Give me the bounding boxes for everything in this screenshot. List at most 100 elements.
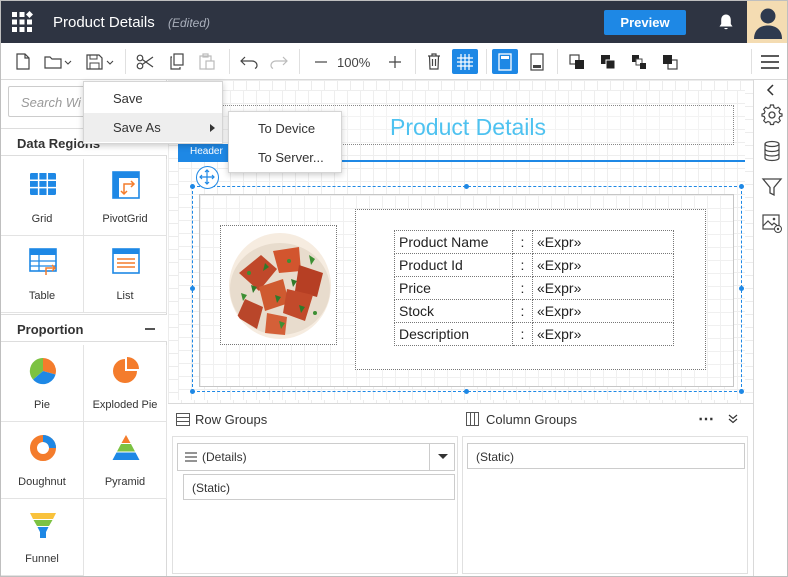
stock-value[interactable]: «Expr» — [532, 299, 674, 323]
column-groups-icon — [466, 412, 479, 426]
pie-item[interactable]: Pie — [1, 345, 84, 422]
copy-icon[interactable] — [167, 49, 187, 74]
grid-item[interactable]: Grid — [1, 159, 84, 236]
product-name-label[interactable]: Product Name — [394, 230, 513, 254]
proportion-header[interactable]: Proportion — [1, 314, 167, 342]
send-backward-icon[interactable] — [629, 49, 649, 74]
table-row[interactable]: Product Id : «Expr» — [394, 253, 674, 277]
collapse-panel-icon[interactable] — [728, 414, 738, 424]
settings-gear-icon[interactable] — [761, 104, 783, 126]
save-menu-item[interactable]: Save — [84, 84, 222, 113]
stock-label[interactable]: Stock — [394, 299, 513, 323]
table-item[interactable]: Table — [1, 236, 84, 313]
resize-handle[interactable] — [464, 184, 469, 189]
product-id-value[interactable]: «Expr» — [532, 253, 674, 277]
product-id-label[interactable]: Product Id — [394, 253, 513, 277]
pyramid-icon — [112, 435, 140, 460]
dropdown-arrow-icon[interactable] — [437, 453, 449, 461]
new-file-icon[interactable] — [13, 49, 33, 74]
doughnut-item[interactable]: Doughnut — [1, 422, 84, 499]
funnel-item[interactable]: Funnel — [1, 499, 84, 576]
list-data-region[interactable]: Product Name : «Expr» Product Id : «Expr… — [199, 194, 734, 387]
separator-cell[interactable]: : — [512, 299, 533, 323]
drag-handle-icon[interactable] — [185, 452, 197, 462]
save-icon[interactable] — [85, 49, 117, 74]
exploded-pie-icon — [113, 357, 139, 383]
image-manager-icon[interactable] — [761, 212, 783, 234]
header-toggle-icon[interactable] — [492, 49, 518, 74]
separator-cell[interactable]: : — [512, 230, 533, 254]
redo-icon[interactable] — [269, 49, 289, 74]
static-column-item[interactable]: (Static) — [467, 443, 745, 469]
resize-handle[interactable] — [739, 286, 744, 291]
grid-icon — [30, 173, 56, 195]
apps-grid-icon[interactable] — [11, 11, 33, 33]
table-row[interactable]: Price : «Expr» — [394, 276, 674, 300]
bring-to-front-icon[interactable] — [598, 49, 618, 74]
collapse-left-icon[interactable] — [764, 83, 778, 97]
column-groups-list: (Static) — [462, 436, 748, 574]
funnel-icon — [30, 513, 56, 538]
send-to-back-icon[interactable] — [660, 49, 680, 74]
paste-icon[interactable] — [197, 49, 217, 74]
report-designer: Product Details (Edited) Preview 100% Se… — [0, 0, 788, 577]
separator-cell[interactable]: : — [512, 253, 533, 277]
notification-bell-icon[interactable] — [717, 13, 735, 31]
database-icon[interactable] — [761, 140, 783, 162]
bring-forward-icon[interactable] — [567, 49, 587, 74]
header-tag[interactable]: Header — [178, 144, 230, 160]
exploded-pie-item[interactable]: Exploded Pie — [84, 345, 167, 422]
resize-handle[interactable] — [190, 286, 195, 291]
save-as-menu-item[interactable]: Save As — [84, 113, 222, 142]
item-panel: Search Wi Data Regions Grid PivotGrid Ta… — [1, 80, 167, 576]
product-name-value[interactable]: «Expr» — [532, 230, 674, 254]
footer-toggle-icon[interactable] — [525, 49, 549, 74]
separator-cell[interactable]: : — [512, 322, 533, 346]
static-group-item[interactable]: (Static) — [183, 474, 455, 500]
list-item[interactable]: List — [84, 236, 167, 313]
divider — [429, 444, 430, 470]
resize-handle[interactable] — [190, 389, 195, 394]
open-folder-icon[interactable] — [43, 49, 75, 74]
pivotgrid-item[interactable]: PivotGrid — [84, 159, 167, 236]
table-row[interactable]: Description : «Expr» — [394, 322, 674, 346]
report-title: Product Details — [53, 14, 155, 31]
details-table[interactable]: Product Name : «Expr» Product Id : «Expr… — [394, 230, 674, 346]
cut-icon[interactable] — [135, 49, 155, 74]
preview-button[interactable]: Preview — [604, 10, 686, 35]
product-image-box[interactable] — [220, 225, 337, 345]
description-label[interactable]: Description — [394, 322, 513, 346]
resize-handle[interactable] — [464, 389, 469, 394]
separator-cell[interactable]: : — [512, 276, 533, 300]
collapse-icon[interactable] — [145, 328, 155, 330]
more-options-icon[interactable]: ⋯ — [698, 409, 715, 429]
row-groups-icon — [176, 413, 190, 426]
details-group-item[interactable]: (Details) — [177, 443, 455, 471]
zoom-out-icon[interactable] — [311, 49, 331, 74]
details-group-label: (Details) — [202, 450, 247, 464]
grouping-panel: Row Groups Column Groups ⋯ (Details) (St… — [168, 403, 753, 576]
resize-handle[interactable] — [739, 389, 744, 394]
details-rectangle[interactable]: Product Name : «Expr» Product Id : «Expr… — [355, 209, 706, 370]
table-row[interactable]: Product Name : «Expr» — [394, 230, 674, 254]
price-label[interactable]: Price — [394, 276, 513, 300]
undo-icon[interactable] — [239, 49, 259, 74]
save-as-label: Save As — [113, 120, 161, 135]
zoom-in-icon[interactable] — [385, 49, 405, 74]
pyramid-item[interactable]: Pyramid — [84, 422, 167, 499]
resize-handle[interactable] — [739, 184, 744, 189]
toolbar-divider — [229, 49, 230, 74]
to-server-menu-item[interactable]: To Server... — [229, 143, 341, 172]
to-device-menu-item[interactable]: To Device — [229, 114, 341, 143]
table-row[interactable]: Stock : «Expr» — [394, 299, 674, 323]
resize-handle[interactable] — [190, 184, 195, 189]
move-handle-icon[interactable] — [196, 166, 219, 189]
gridlines-toggle-icon[interactable] — [452, 49, 478, 74]
user-avatar[interactable] — [747, 1, 787, 43]
hamburger-menu-icon[interactable] — [758, 49, 782, 74]
delete-icon[interactable] — [424, 49, 444, 74]
description-value[interactable]: «Expr» — [532, 322, 674, 346]
price-value[interactable]: «Expr» — [532, 276, 674, 300]
toolbar-divider — [125, 49, 126, 74]
filter-icon[interactable] — [761, 176, 783, 198]
